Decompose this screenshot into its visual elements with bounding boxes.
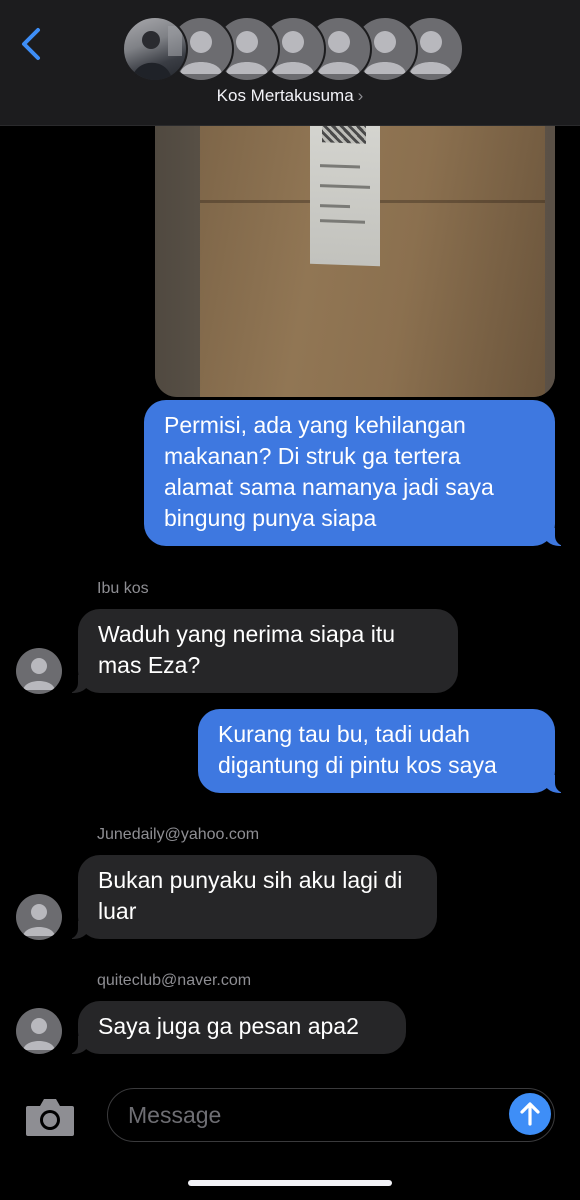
message-text: Kurang tau bu, tadi udah digantung di pi… bbox=[218, 721, 497, 778]
chevron-right-icon: › bbox=[357, 86, 364, 105]
sender-name: quiteclub@naver.com bbox=[97, 972, 252, 989]
message-text: Waduh yang nerima siapa itu mas Eza? bbox=[98, 621, 396, 678]
message-text: Bukan punyaku sih aku lagi di luar bbox=[98, 867, 403, 924]
receipt-line bbox=[320, 184, 370, 189]
person-icon bbox=[23, 658, 55, 690]
sender-avatar[interactable] bbox=[16, 648, 62, 694]
home-indicator bbox=[188, 1180, 392, 1186]
message-input[interactable] bbox=[107, 1088, 555, 1142]
incoming-message[interactable]: Waduh yang nerima siapa itu mas Eza? bbox=[64, 609, 458, 693]
person-icon bbox=[23, 904, 55, 936]
message-text: Permisi, ada yang kehilangan makanan? Di… bbox=[164, 412, 494, 531]
sender-avatar[interactable] bbox=[16, 894, 62, 940]
receipt-line bbox=[320, 204, 350, 209]
sender-avatar[interactable] bbox=[16, 1008, 62, 1054]
receipt-line bbox=[320, 219, 365, 224]
outgoing-message[interactable]: Permisi, ada yang kehilangan makanan? Di… bbox=[144, 400, 569, 546]
compose-bar bbox=[0, 1078, 580, 1200]
send-button[interactable] bbox=[509, 1093, 551, 1135]
conversation-header: Kos Mertakusuma › bbox=[0, 0, 580, 126]
receipt-line bbox=[320, 164, 360, 169]
group-name: Kos Mertakusuma bbox=[216, 86, 354, 105]
group-avatars[interactable] bbox=[122, 16, 464, 82]
chevron-left-icon bbox=[22, 28, 40, 60]
camera-icon bbox=[26, 1099, 74, 1136]
group-name-button[interactable]: Kos Mertakusuma › bbox=[0, 86, 580, 106]
sender-name: Junedaily@yahoo.com bbox=[97, 826, 260, 843]
photo-attachment[interactable] bbox=[155, 95, 555, 397]
person-photo bbox=[132, 26, 182, 80]
sender-name: Ibu kos bbox=[97, 580, 149, 597]
incoming-message[interactable]: Bukan punyaku sih aku lagi di luar bbox=[64, 855, 437, 939]
participant-photo-avatar bbox=[122, 16, 188, 82]
person-icon bbox=[23, 1018, 55, 1050]
outgoing-message[interactable]: Kurang tau bu, tadi udah digantung di pi… bbox=[198, 709, 569, 793]
incoming-message[interactable]: Saya juga ga pesan apa2 bbox=[64, 1001, 406, 1054]
arrow-up-icon bbox=[520, 1102, 540, 1126]
camera-button[interactable] bbox=[24, 1096, 76, 1138]
back-button[interactable] bbox=[16, 26, 46, 62]
message-text: Saya juga ga pesan apa2 bbox=[98, 1013, 359, 1039]
